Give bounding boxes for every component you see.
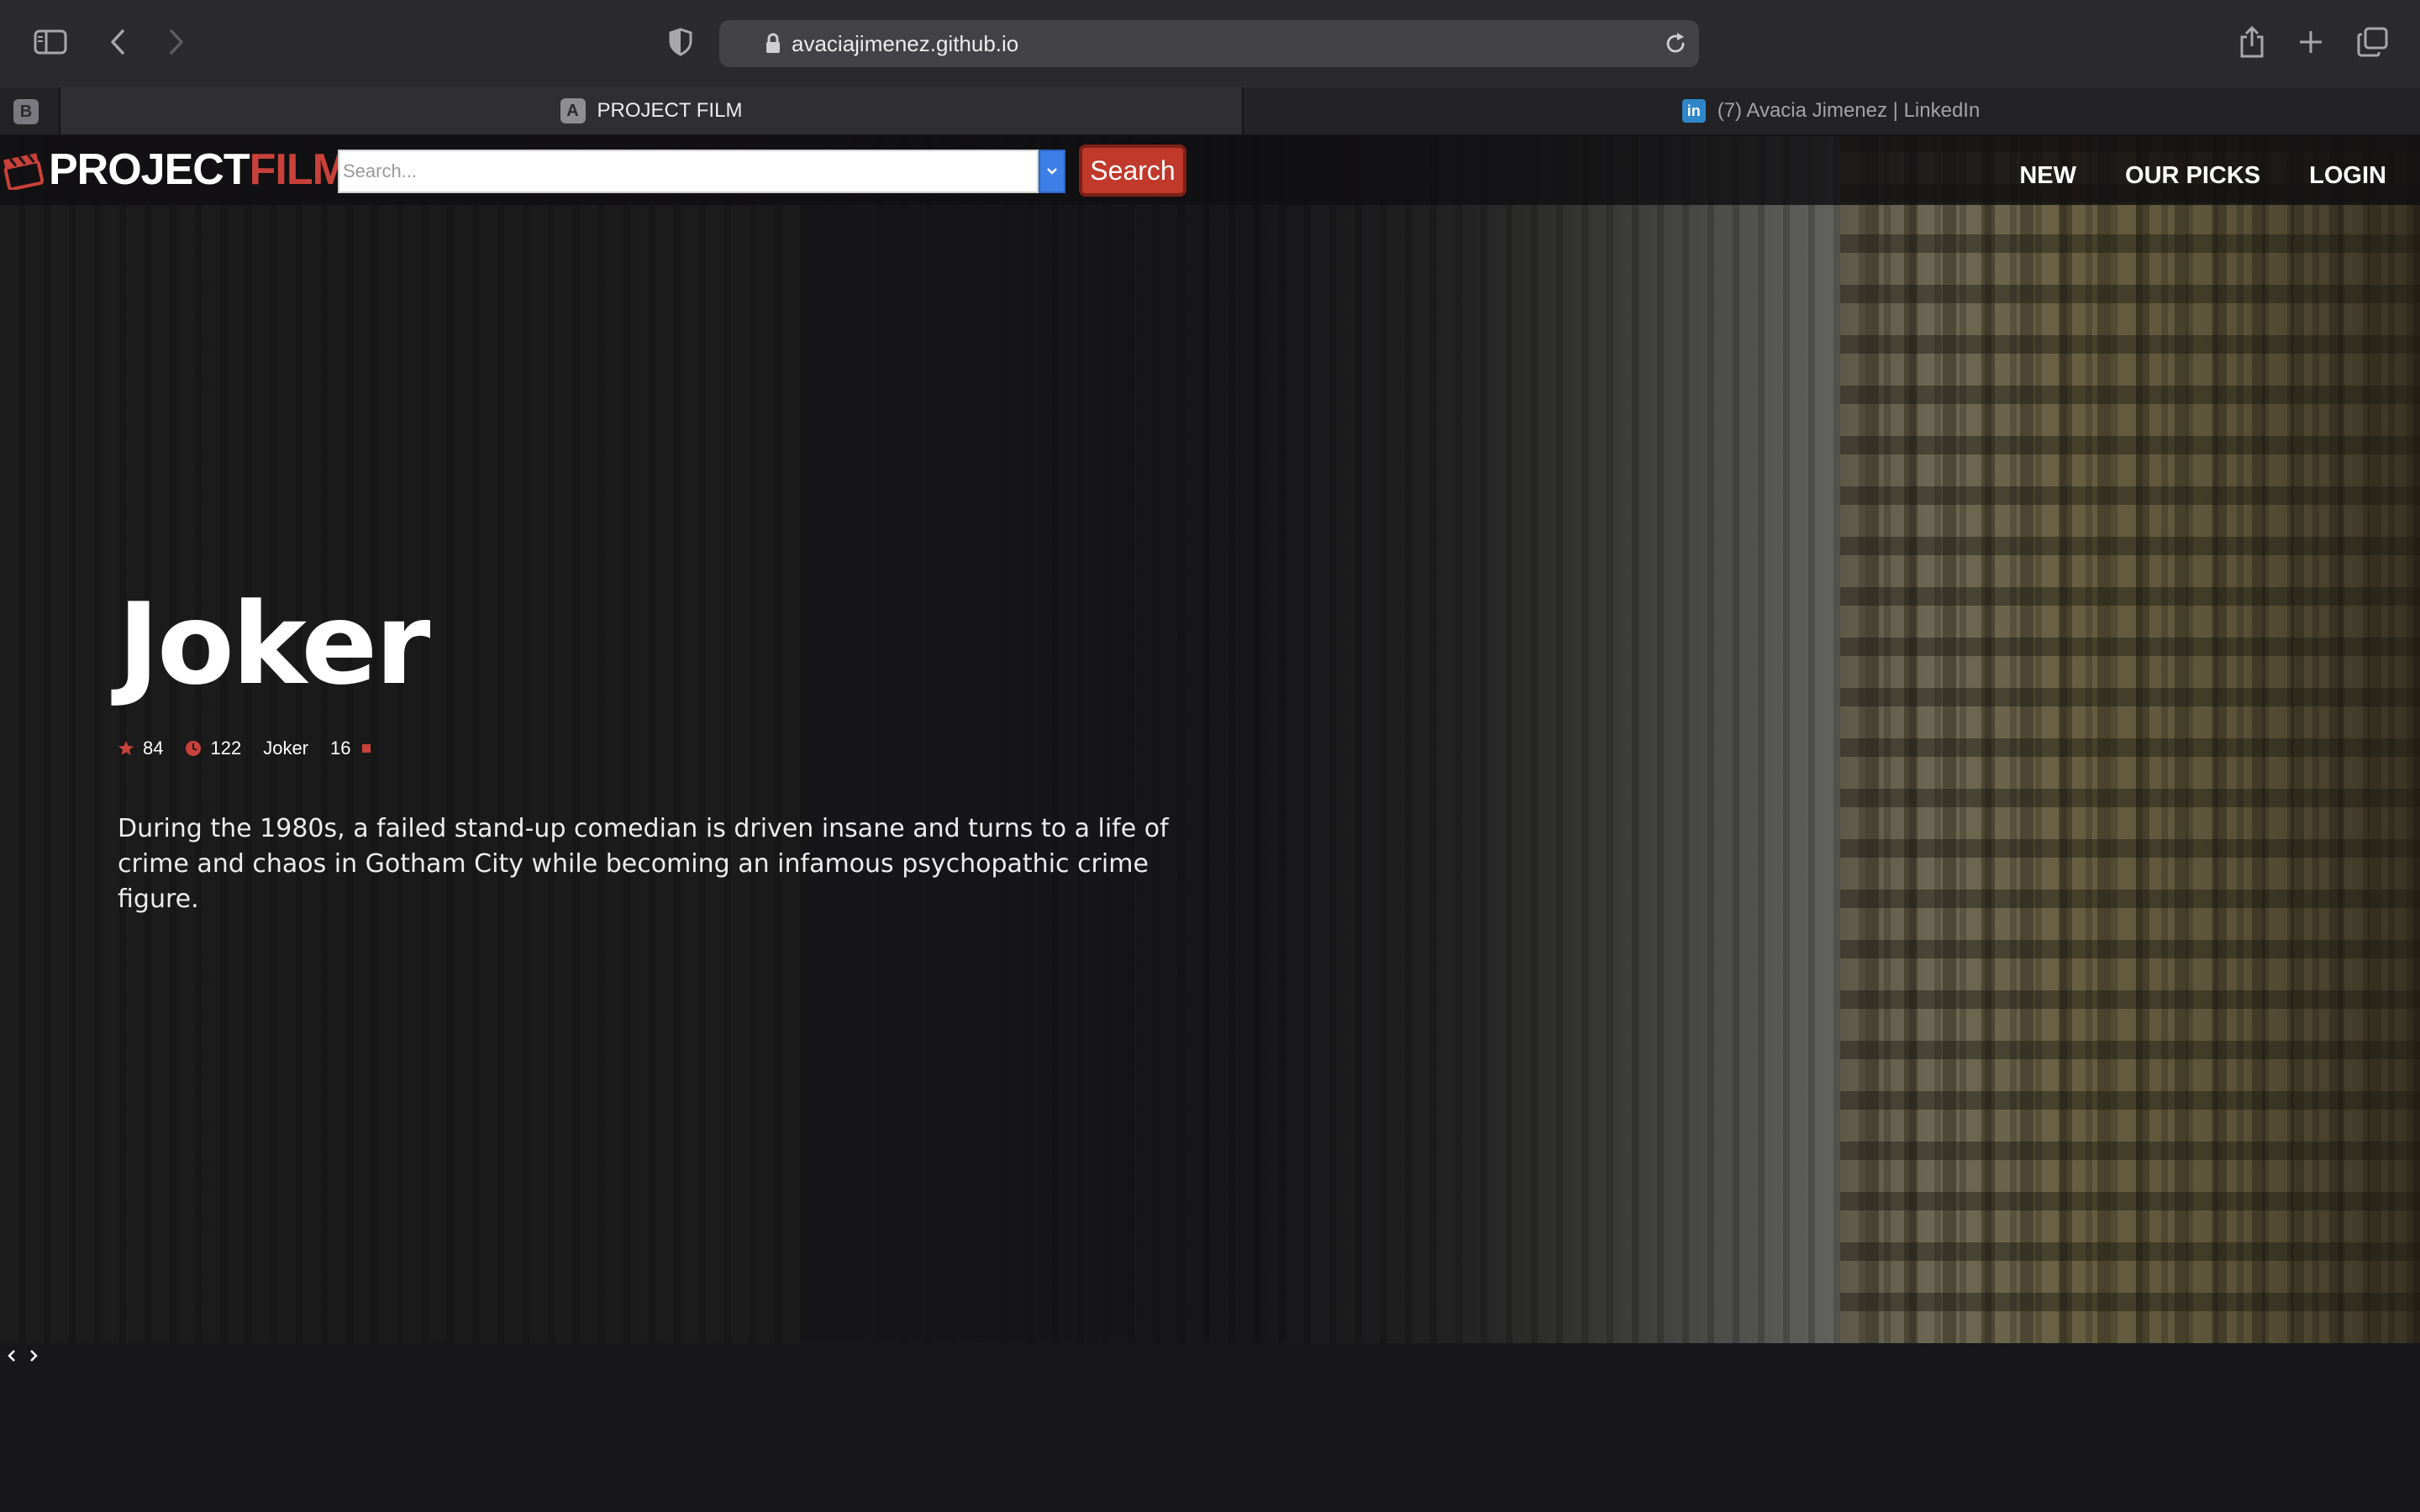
forward-icon xyxy=(166,29,187,55)
lock-icon xyxy=(765,33,781,55)
tab-title: (7) Avacia Jimenez | LinkedIn xyxy=(1717,99,1981,122)
hero-banner: PROJECTFILM Search NEW OUR PICKS LOGIN J… xyxy=(0,136,2420,1343)
movie-runtime: 122 xyxy=(210,738,242,759)
tab-overview-button[interactable] xyxy=(2353,22,2393,62)
forward-button[interactable] xyxy=(156,22,197,62)
search-input[interactable] xyxy=(338,150,1039,193)
pinned-tab[interactable]: B xyxy=(13,99,39,124)
logo-text: PROJECTFILM xyxy=(49,144,349,195)
address-bar[interactable]: avaciajimenez.github.io xyxy=(719,20,1699,67)
share-button[interactable] xyxy=(2232,22,2272,62)
new-tab-icon xyxy=(2298,29,2323,55)
privacy-report-button[interactable] xyxy=(660,22,701,62)
reload-icon[interactable] xyxy=(1664,32,1687,55)
new-tab-button[interactable] xyxy=(2291,22,2331,62)
logo-text-project: PROJECT xyxy=(49,145,250,194)
clapperboard-icon xyxy=(2,150,44,190)
tab-project-film[interactable]: A PROJECT FILM xyxy=(59,87,1244,134)
share-icon xyxy=(2238,25,2265,59)
tab-favicon: A xyxy=(560,98,586,123)
movie-age-rating: 16 xyxy=(330,738,351,759)
site-logo[interactable]: PROJECTFILM xyxy=(2,144,349,195)
carousel-controls xyxy=(5,1347,40,1364)
movie-tagline: Joker xyxy=(263,738,308,759)
nav-login[interactable]: LOGIN xyxy=(2309,162,2386,190)
movie-title: Joker xyxy=(118,579,430,710)
page-content: PROJECTFILM Search NEW OUR PICKS LOGIN J… xyxy=(0,136,2420,1512)
search-type-dropdown[interactable] xyxy=(1039,150,1065,193)
sidebar-icon xyxy=(34,29,67,55)
hero-gradient xyxy=(807,136,1311,1343)
nav-links: NEW OUR PICKS LOGIN xyxy=(2019,136,2386,205)
tab-title: PROJECT FILM xyxy=(597,99,743,122)
nav-our-picks[interactable]: OUR PICKS xyxy=(2125,162,2260,190)
url-text: avaciajimenez.github.io xyxy=(792,31,1019,56)
browser-toolbar: avaciajimenez.github.io xyxy=(0,0,2420,89)
movie-meta: 84 122 Joker 16 xyxy=(118,738,371,759)
linkedin-icon: in xyxy=(1681,99,1706,123)
site-navbar: PROJECTFILM Search NEW OUR PICKS LOGIN xyxy=(0,136,2420,205)
chevron-down-icon xyxy=(1045,166,1059,176)
back-icon xyxy=(108,29,128,55)
status-dot xyxy=(362,744,371,753)
movie-overview: During the 1980s, a failed stand-up come… xyxy=(118,814,1169,914)
tab-strip: B A PROJECT FILM in (7) Avacia Jimenez |… xyxy=(0,87,2420,136)
chevron-right-icon[interactable] xyxy=(27,1347,40,1364)
chevron-left-icon[interactable] xyxy=(5,1347,18,1364)
back-button[interactable] xyxy=(97,22,138,62)
shield-icon xyxy=(668,28,693,56)
search-button[interactable]: Search xyxy=(1079,144,1186,197)
tab-linkedin[interactable]: in (7) Avacia Jimenez | LinkedIn xyxy=(1242,87,2420,134)
tabs-overview-icon xyxy=(2357,27,2389,57)
logo-text-film: FILM xyxy=(249,145,349,194)
sidebar-toggle-button[interactable] xyxy=(30,22,71,62)
movie-rating: 84 xyxy=(143,738,164,759)
clock-icon xyxy=(185,740,202,757)
star-icon xyxy=(118,740,134,757)
nav-new[interactable]: NEW xyxy=(2019,162,2076,190)
